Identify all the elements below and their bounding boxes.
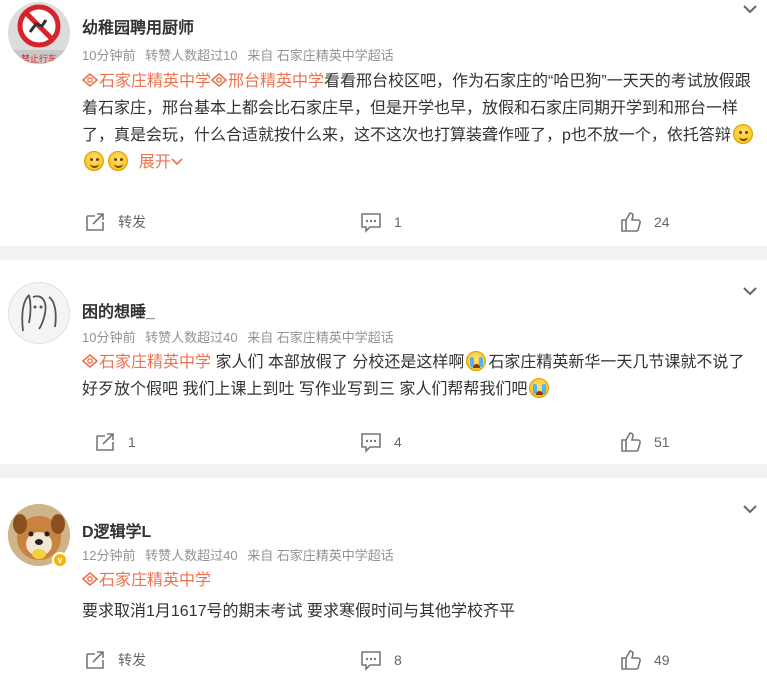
post-source[interactable]: 来自 石家庄精英中学超话 (247, 330, 394, 345)
like-icon (621, 432, 641, 452)
expand-button[interactable]: 展开 (139, 154, 183, 171)
topic-icon (82, 73, 98, 87)
weibo-comment-feed: 禁止行车 幼稚园聘用厨师 10分钟前 转赞人数超过10 来自 石家庄精英中学超话… (0, 0, 767, 678)
post-actions: 转发 1 24 (0, 210, 767, 234)
topic-icon (82, 354, 98, 368)
repost-icon (96, 433, 114, 451)
post-card: v D逻辑学L 12分钟前 转赞人数超过40 来自 石家庄精英中学超话 石家庄精… (0, 478, 767, 678)
topic-link[interactable]: 石家庄精英中学 (82, 572, 211, 589)
separator (0, 246, 767, 260)
topic-link[interactable]: 石家庄精英中学 (82, 73, 211, 90)
comment-count: 8 (394, 652, 402, 668)
post-meta: 12分钟前 转赞人数超过40 来自 石家庄精英中学超话 (82, 545, 400, 564)
post-source[interactable]: 来自 石家庄精英中学超话 (247, 548, 394, 563)
repost-like-count-note: 转赞人数超过10 (145, 48, 238, 63)
topic-link[interactable]: 石家庄精英中学 (82, 354, 211, 371)
comment-button[interactable]: 8 (360, 648, 402, 672)
avatar[interactable] (8, 282, 70, 344)
post-time: 10分钟前 (82, 48, 136, 63)
repost-label: 转发 (118, 214, 146, 230)
post-card: 困的想睡_ 10分钟前 转赞人数超过40 来自 石家庄精英中学超话 石家庄精英中… (0, 262, 767, 462)
comment-count: 1 (394, 214, 402, 230)
repost-icon (86, 651, 104, 669)
post-body-part-1: 家人们 本部放假了 分校还是这样啊 (211, 354, 465, 371)
repost-button[interactable]: 转发 (84, 210, 146, 234)
post-meta: 10分钟前 转赞人数超过10 来自 石家庄精英中学超话 (82, 45, 400, 64)
like-button[interactable]: 49 (620, 648, 670, 672)
like-icon (621, 212, 641, 232)
like-count: 49 (654, 652, 670, 668)
topic-icon (82, 572, 98, 586)
post-time: 10分钟前 (82, 330, 136, 345)
topic-icon (211, 73, 228, 87)
username[interactable]: D逻辑学L (82, 518, 151, 542)
repost-icon (86, 213, 104, 231)
chevron-down-icon[interactable] (741, 282, 759, 300)
post-text: 石家庄精英中学 (82, 567, 762, 594)
comment-icon (361, 213, 381, 233)
smile-emoji-icon (108, 151, 128, 171)
like-button[interactable]: 24 (620, 210, 670, 234)
comment-count: 4 (394, 434, 402, 450)
post-body: 要求取消1月1617号的期末考试 要求寒假时间与其他学校齐平 (82, 603, 515, 620)
comment-button[interactable]: 1 (360, 210, 402, 234)
post-actions: 转发 8 49 (0, 648, 767, 672)
chevron-down-icon[interactable] (741, 0, 759, 18)
comment-icon (361, 433, 381, 453)
post-source[interactable]: 来自 石家庄精英中学超话 (247, 48, 394, 63)
avatar[interactable]: 禁止行车 (8, 2, 70, 64)
like-count: 24 (654, 214, 670, 230)
smile-emoji-icon (84, 151, 104, 171)
cry-emoji-icon (466, 351, 487, 371)
chevron-down-icon[interactable] (741, 500, 759, 518)
verified-badge-icon: v (52, 552, 68, 568)
repost-count: 1 (128, 434, 136, 450)
username[interactable]: 困的想睡_ (82, 298, 155, 322)
post-card: 禁止行车 幼稚园聘用厨师 10分钟前 转赞人数超过10 来自 石家庄精英中学超话… (0, 0, 767, 244)
doodle-avatar-icon (21, 294, 57, 332)
like-icon (621, 650, 641, 670)
post-text: 石家庄精英中学 家人们 本部放假了 分校还是这样啊 石家庄精英新华一天几节课就不说… (82, 349, 762, 403)
separator (0, 464, 767, 478)
like-count: 51 (654, 434, 670, 450)
username[interactable]: 幼稚园聘用厨师 (82, 14, 194, 38)
repost-like-count-note: 转赞人数超过40 (145, 330, 238, 345)
repost-label: 转发 (118, 652, 146, 668)
avatar-caption: 禁止行车 (20, 55, 57, 64)
comment-icon (361, 651, 381, 671)
comment-button[interactable]: 4 (360, 430, 402, 454)
repost-like-count-note: 转赞人数超过40 (145, 548, 238, 563)
like-button[interactable]: 51 (620, 430, 670, 454)
cry-emoji-icon (529, 378, 550, 398)
post-meta: 10分钟前 转赞人数超过40 来自 石家庄精英中学超话 (82, 327, 400, 346)
repost-button[interactable]: 转发 (84, 648, 146, 672)
repost-button[interactable]: 1 (94, 430, 136, 454)
post-text: 石家庄精英中学 邢台精英中学看看邢台校区吧，作为石家庄的“哈巴狗”一天天的考试放假… (82, 68, 762, 176)
chevron-down-icon (171, 158, 183, 166)
post-time: 12分钟前 (82, 548, 136, 563)
post-actions: 1 4 51 (0, 430, 767, 454)
smile-emoji-icon (732, 124, 753, 144)
topic-link[interactable]: 邢台精英中学 (211, 73, 324, 90)
